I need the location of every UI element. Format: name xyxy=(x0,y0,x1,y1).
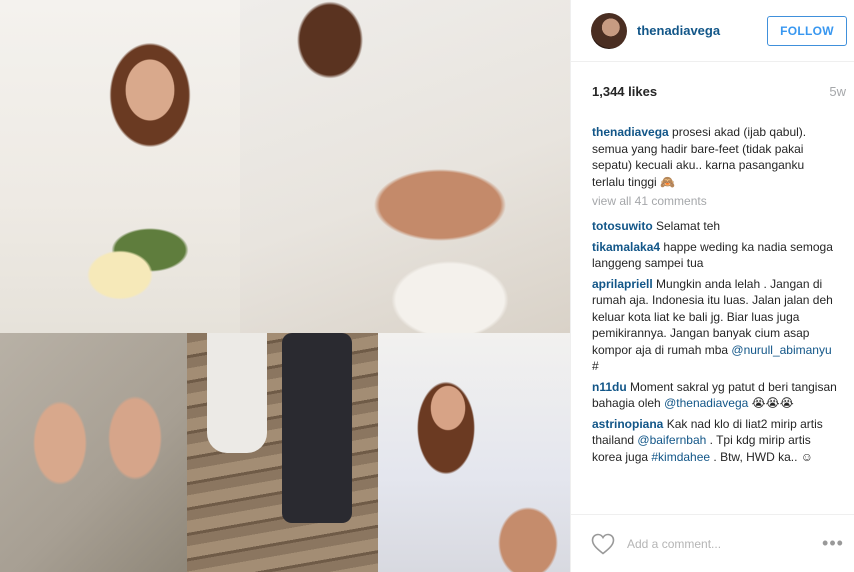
comment-text: Selamat teh xyxy=(656,219,721,233)
view-all-comments-link[interactable]: view all 41 comments xyxy=(592,194,840,208)
caption: thenadiavega prosesi akad (ijab qabul). … xyxy=(592,124,840,190)
comment-footer: ••• xyxy=(571,514,854,572)
comment-author[interactable]: tikamalaka4 xyxy=(592,240,660,254)
comment-author[interactable]: totosuwito xyxy=(592,219,653,233)
photo-bride-veil xyxy=(0,0,240,333)
comment-item: aprilapriell Mungkin anda lelah . Jangan… xyxy=(592,276,840,375)
heart-icon[interactable] xyxy=(591,533,615,555)
comment-item: astrinopiana Kak nad klo di liat2 mirip … xyxy=(592,416,840,466)
photo-holding-hands xyxy=(240,0,570,333)
photo-hands-rings xyxy=(0,333,187,572)
username-link[interactable]: thenadiavega xyxy=(637,23,767,38)
post-sidebar: thenadiavega FOLLOW 1,344 likes 5w thena… xyxy=(570,0,854,572)
photo-bride-portrait xyxy=(378,333,570,572)
comment-text-suffix: # xyxy=(592,359,599,373)
caption-author[interactable]: thenadiavega xyxy=(592,125,669,139)
comment-item: n11du Moment sakral yg patut d beri tang… xyxy=(592,379,840,412)
comment-mention[interactable]: @nurull_abimanyu xyxy=(731,343,831,357)
likes-count[interactable]: 1,344 likes xyxy=(592,84,657,99)
scroll-fade xyxy=(571,506,854,514)
comment-author[interactable]: astrinopiana xyxy=(592,417,663,431)
comments-list[interactable]: thenadiavega prosesi akad (ijab qabul). … xyxy=(571,120,854,514)
comment-mention[interactable]: @thenadiavega xyxy=(664,396,748,410)
more-options-icon[interactable]: ••• xyxy=(820,533,846,554)
comment-author[interactable]: n11du xyxy=(592,380,627,394)
follow-button[interactable]: FOLLOW xyxy=(767,15,847,46)
photo-barefoot xyxy=(187,333,378,572)
comment-text-suffix: . Btw, HWD ka.. ☺ xyxy=(710,449,814,464)
avatar[interactable] xyxy=(591,12,627,49)
comment-author[interactable]: aprilapriell xyxy=(592,277,653,291)
post-header: thenadiavega FOLLOW xyxy=(571,0,854,62)
add-comment-input[interactable] xyxy=(627,536,820,551)
post-age[interactable]: 5w xyxy=(829,84,846,99)
comment-mention[interactable]: @baifernbah xyxy=(637,433,706,447)
comment-item: tikamalaka4 happe weding ka nadia semoga… xyxy=(592,239,840,272)
post-modal: thenadiavega FOLLOW 1,344 likes 5w thena… xyxy=(0,0,854,572)
comment-text-suffix: 😭😭😭 xyxy=(748,396,794,410)
photo-collage[interactable] xyxy=(0,0,570,572)
post-stats: 1,344 likes 5w xyxy=(571,62,854,120)
comment-item: totosuwito Selamat teh xyxy=(592,218,840,235)
comment-hashtag[interactable]: #kimdahee xyxy=(651,450,710,464)
